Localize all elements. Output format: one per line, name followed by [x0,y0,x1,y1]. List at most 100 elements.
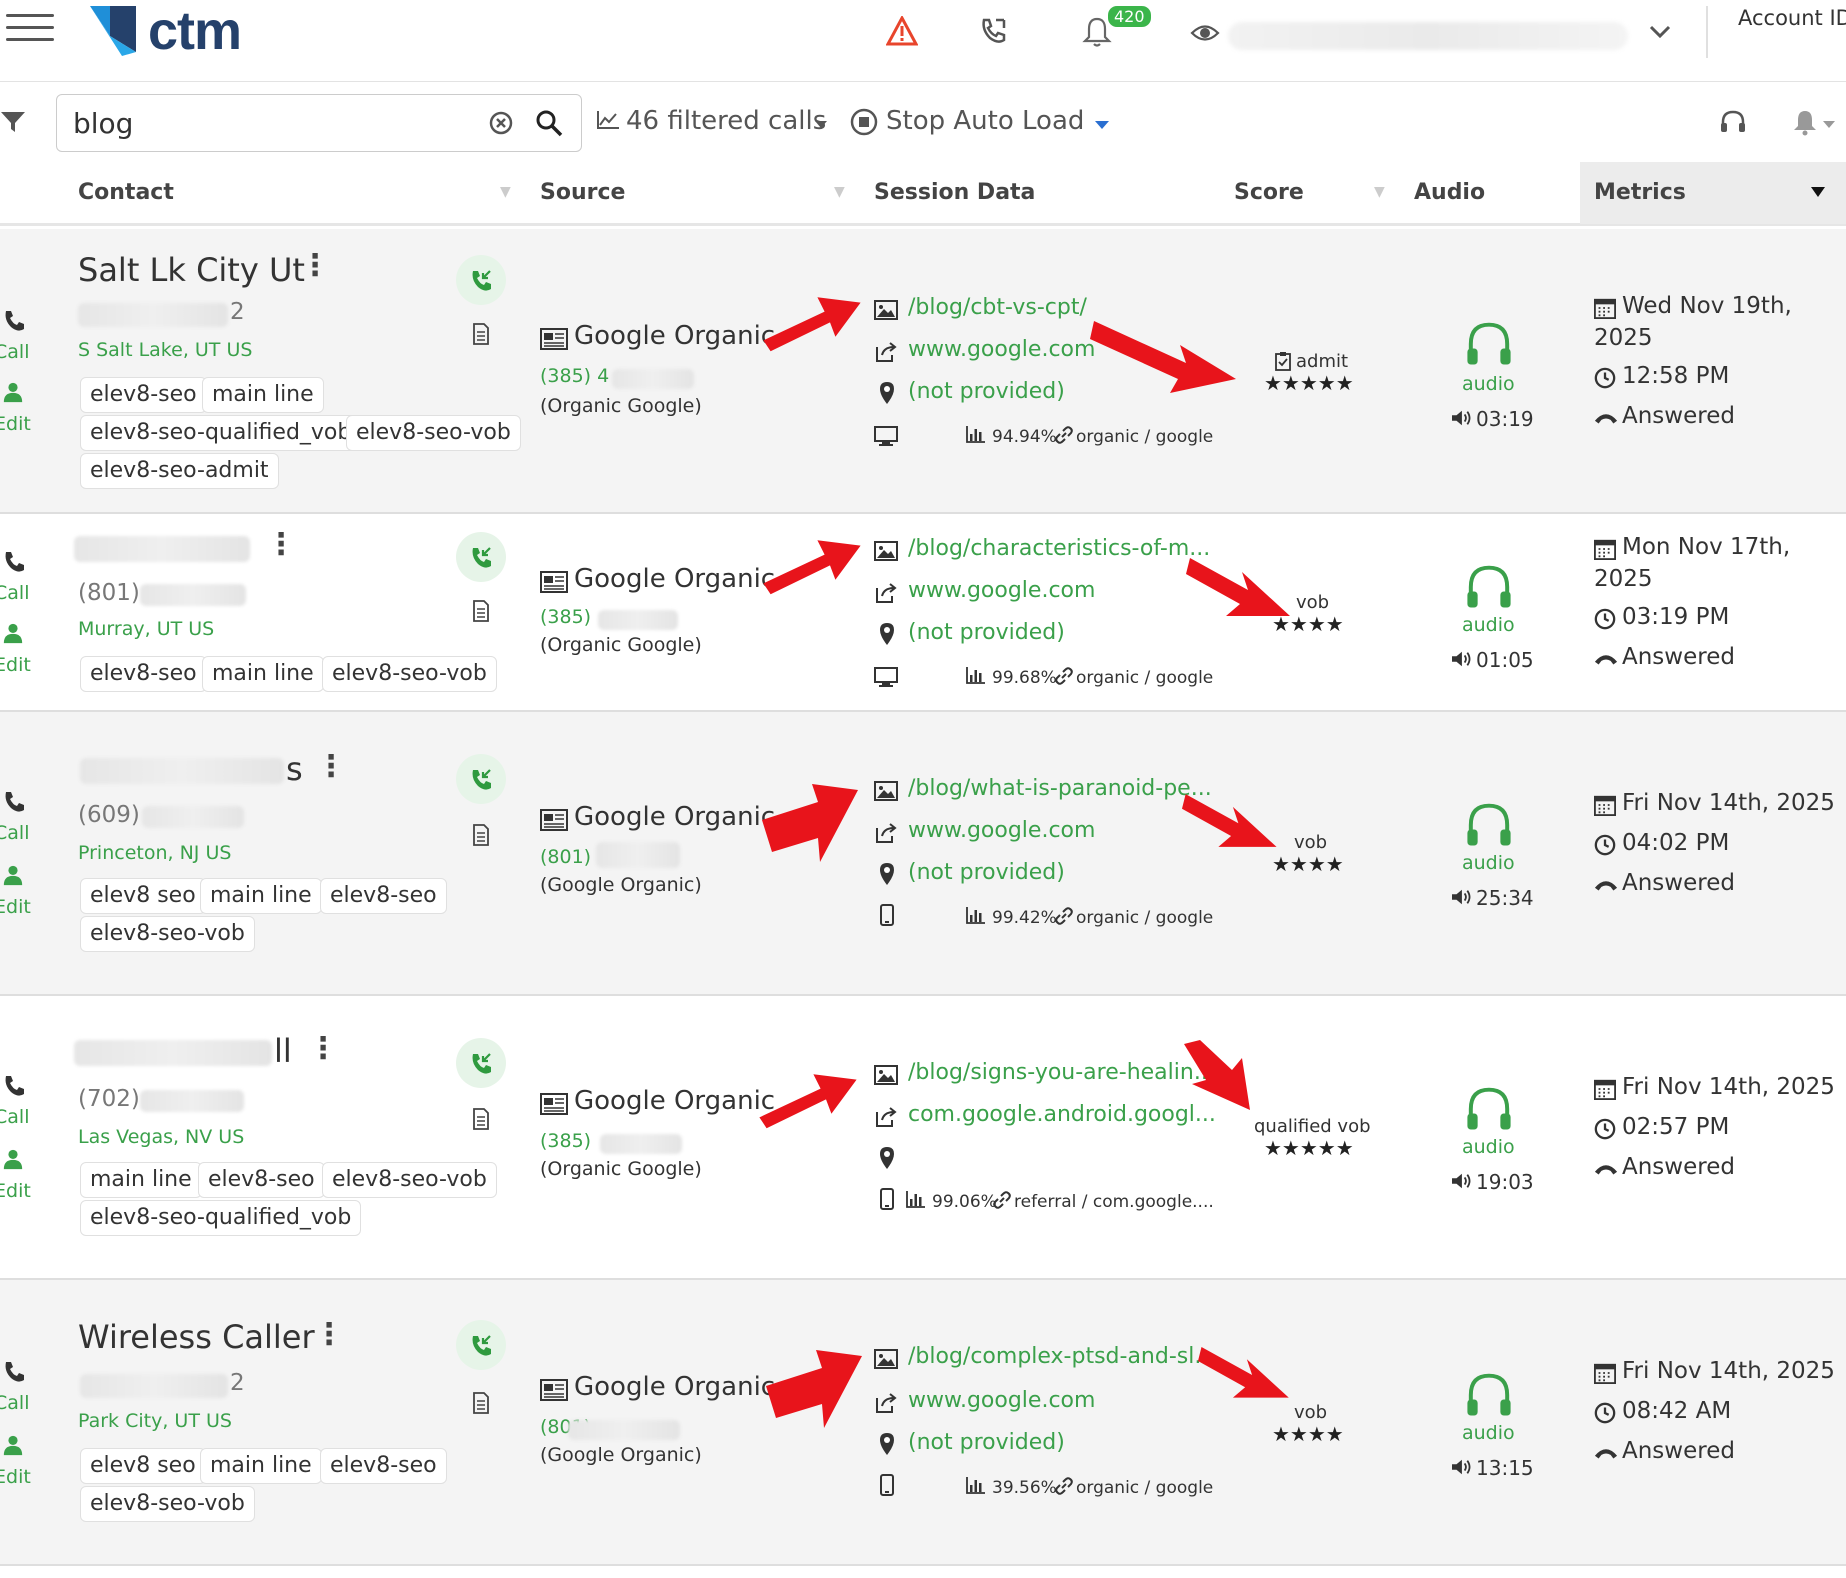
contact-name[interactable]: Wireless Caller [78,1318,315,1356]
tag-chip[interactable]: elev8-seo-vob [322,1162,497,1198]
contact-name[interactable]: s [286,750,303,788]
edit-action-link[interactable]: Edit [0,413,31,435]
tag-chip[interactable]: elev8-seo [80,377,207,413]
landing-page-link[interactable]: /blog/complex-ptsd-and-sl... [908,1344,1215,1369]
search-input[interactable] [73,105,473,141]
more-options-icon[interactable]: ⋮ [266,530,296,560]
audio-link[interactable]: audio [1462,1136,1515,1158]
metrics-dropdown-icon[interactable] [1810,186,1826,198]
referrer-link[interactable]: www.google.com [908,578,1095,603]
more-options-icon[interactable]: ⋮ [300,251,330,281]
tag-chip[interactable]: elev8-seo-vob [80,916,255,952]
phone-icon[interactable] [2,550,26,574]
metrics-header-cell[interactable]: Metrics [1580,162,1846,224]
call-action-link[interactable]: Call [0,582,29,604]
headphones-icon[interactable] [1464,1084,1514,1134]
headphones-icon[interactable] [1464,562,1514,612]
referrer-link[interactable]: www.google.com [908,1388,1095,1413]
edit-action-link[interactable]: Edit [0,896,31,918]
column-header-session-data[interactable]: Session Data [874,180,1035,205]
tag-chip[interactable]: elev8 seo [80,878,206,914]
chevron-down-icon[interactable] [1648,24,1672,40]
search-icon[interactable] [535,109,563,137]
alert-warning-icon[interactable] [886,16,918,46]
incoming-call-button[interactable] [456,1038,506,1088]
landing-page-link[interactable]: /blog/characteristics-of-m... [908,536,1210,561]
landing-page-link[interactable]: /blog/what-is-paranoid-pe... [908,776,1212,801]
tag-chip[interactable]: main line [202,656,324,692]
landing-page-link[interactable]: /blog/signs-you-are-healin... [908,1060,1215,1085]
more-options-icon[interactable]: ⋮ [308,1034,338,1064]
edit-action-link[interactable]: Edit [0,1180,31,1202]
edit-action-link[interactable]: Edit [0,654,31,676]
ctm-logo[interactable]: ctm [90,4,242,58]
eye-icon[interactable] [1190,22,1220,44]
column-header-audio[interactable]: Audio [1414,180,1485,205]
call-row[interactable]: Call Edit Wireless Caller ⋮ 2 Park City,… [0,1280,1846,1566]
document-icon[interactable] [472,824,490,846]
call-row[interactable]: Call Edit s ⋮ (609) Princeton, NJ US ele… [0,712,1846,996]
user-icon[interactable] [2,622,24,644]
bell-settings-icon[interactable] [1792,108,1818,136]
sort-caret-icon[interactable]: ▼ [1374,184,1385,200]
incoming-call-button[interactable] [456,255,506,305]
document-icon[interactable] [472,1392,490,1414]
document-icon[interactable] [472,600,490,622]
account-selector-redacted[interactable] [1228,22,1628,50]
tag-chip[interactable]: elev8 seo [80,1448,206,1484]
referrer-link[interactable]: com.google.android.googl... [908,1102,1216,1127]
tag-chip[interactable]: elev8-seo-vob [322,656,497,692]
headphones-icon[interactable] [1464,319,1514,369]
tag-chip[interactable]: elev8-seo-vob [80,1486,255,1522]
phone-icon[interactable] [2,1360,26,1384]
tag-chip[interactable]: elev8-seo-qualified_vob [80,415,362,451]
user-icon[interactable] [2,1148,24,1170]
contact-name[interactable]: ll [274,1032,292,1070]
more-options-icon[interactable]: ⋮ [316,752,346,782]
caret-down-icon[interactable] [814,120,828,130]
tag-chip[interactable]: elev8-seo-qualified_vob [80,1200,362,1236]
filter-funnel-icon[interactable] [0,110,26,134]
call-action-link[interactable]: Call [0,822,29,844]
referrer-link[interactable]: www.google.com [908,337,1095,362]
incoming-call-button[interactable] [456,754,506,804]
column-header-contact[interactable]: Contact [78,180,174,205]
call-action-link[interactable]: Call [0,341,29,363]
tag-chip[interactable]: main line [200,878,322,914]
tag-chip[interactable]: elev8-seo [320,1448,447,1484]
tag-chip[interactable]: elev8-seo-vob [346,415,521,451]
call-action-link[interactable]: Call [0,1392,29,1414]
tag-chip[interactable]: main line [200,1448,322,1484]
referrer-link[interactable]: www.google.com [908,818,1095,843]
phone-icon[interactable] [2,790,26,814]
user-icon[interactable] [2,1434,24,1456]
stop-auto-load-button[interactable]: Stop Auto Load [886,106,1084,136]
user-icon[interactable] [2,864,24,886]
tag-chip[interactable]: elev8-seo [320,878,447,914]
tag-chip[interactable]: elev8-seo-admit [80,453,279,489]
caret-down-blue-icon[interactable] [1094,120,1110,130]
phone-icon[interactable] [2,1074,26,1098]
phone-calls-icon[interactable] [978,16,1008,46]
more-options-icon[interactable]: ⋮ [314,1320,344,1350]
audio-link[interactable]: audio [1462,1422,1515,1444]
edit-action-link[interactable]: Edit [0,1466,31,1488]
tag-chip[interactable]: elev8-seo [198,1162,325,1198]
call-action-link[interactable]: Call [0,1106,29,1128]
incoming-call-button[interactable] [456,532,506,582]
stop-circle-icon[interactable] [850,108,878,136]
headphones-icon[interactable] [1464,1370,1514,1420]
headset-icon[interactable] [1720,110,1746,134]
phone-icon[interactable] [2,309,26,333]
document-icon[interactable] [472,323,490,345]
incoming-call-button[interactable] [456,1320,506,1370]
call-row[interactable]: Call Edit Salt Lk City Ut ⋮ 2 S Salt Lak… [0,229,1846,514]
audio-link[interactable]: audio [1462,852,1515,874]
landing-page-link[interactable]: /blog/cbt-vs-cpt/ [908,295,1087,320]
filtered-calls-dropdown[interactable]: 46 filtered calls [626,106,826,136]
tag-chip[interactable]: main line [202,377,324,413]
call-row[interactable]: Call Edit ll ⋮ (702) Las Vegas, NV US ma… [0,996,1846,1280]
sort-caret-icon[interactable]: ▼ [834,184,845,200]
user-icon[interactable] [2,381,24,403]
hamburger-menu-icon[interactable] [6,14,54,46]
